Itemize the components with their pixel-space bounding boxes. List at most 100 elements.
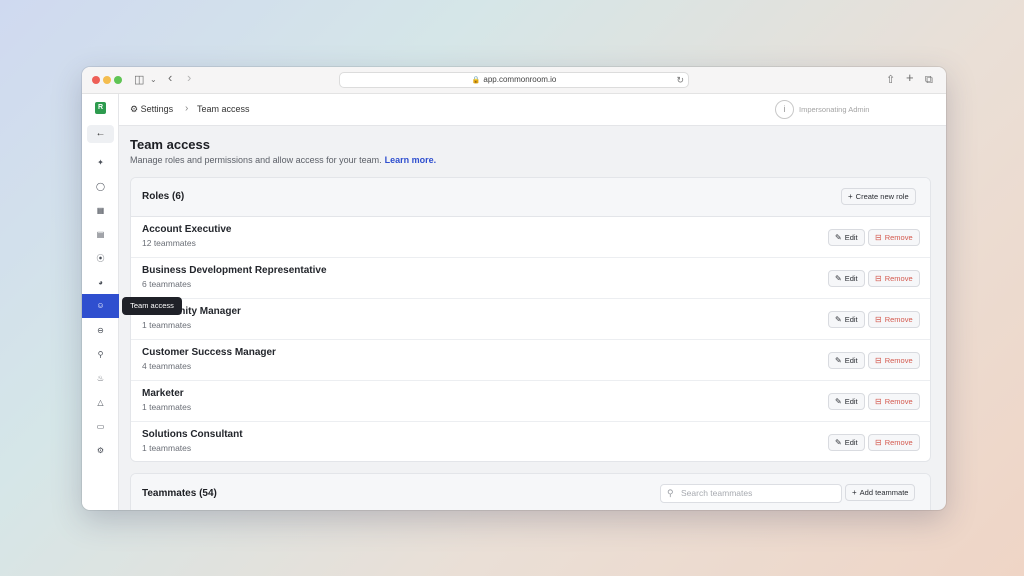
edit-role-button[interactable]: ✎ Edit	[828, 229, 865, 246]
role-teammate-count: 1 teammates	[142, 443, 192, 453]
team-access-tooltip: Team access	[122, 297, 182, 315]
remove-icon: ⊟	[875, 397, 882, 406]
minus-circle-icon[interactable]: ⊖	[82, 320, 119, 342]
plus-icon: +	[852, 488, 857, 497]
remove-icon: ⊟	[875, 315, 882, 324]
close-window-button[interactable]	[92, 76, 100, 84]
role-row[interactable]: Customer Success Manager 4 teammates ✎ Edit…	[131, 340, 930, 381]
remove-icon: ⊟	[875, 274, 882, 283]
browser-titlebar: ◫ ⌄ ‹ › 🔒 app.commonroom.io ↻ ⇧ + ⧉	[82, 67, 946, 94]
role-row[interactable]: Community Manager 1 teammates ✎ Edit ⊟ Remove	[131, 299, 930, 340]
share-nodes-icon[interactable]: ⦿	[82, 248, 119, 270]
edit-role-button[interactable]: ✎ Edit	[828, 311, 865, 328]
edit-label: Edit	[844, 438, 858, 447]
bell-icon[interactable]: △	[82, 392, 119, 414]
reload-icon[interactable]: ↻	[676, 73, 684, 87]
add-teammate-button[interactable]: + Add teammate	[845, 484, 916, 501]
edit-label: Edit	[844, 397, 858, 406]
edit-icon: ✎	[835, 233, 842, 242]
top-bar: ⚙ Settings › Team access i Impersonating…	[119, 94, 946, 126]
remove-icon: ⊟	[875, 356, 882, 365]
role-row[interactable]: Marketer 1 teammates ✎ Edit ⊟ Remove	[131, 381, 930, 422]
page-subtitle-text: Manage roles and permissions and allow a…	[130, 155, 382, 165]
remove-role-button[interactable]: ⊟ Remove	[868, 393, 920, 410]
remove-icon: ⊟	[875, 438, 882, 447]
remove-role-button[interactable]: ⊟ Remove	[868, 434, 920, 451]
create-new-role-button[interactable]: + Create new role	[841, 188, 916, 205]
role-name: Account Executive	[142, 224, 232, 235]
forward-nav-icon[interactable]: ›	[187, 71, 191, 85]
impersonating-label: Impersonating Admin	[799, 105, 870, 114]
learn-more-link[interactable]: Learn more.	[385, 155, 437, 165]
maximize-window-button[interactable]	[114, 76, 122, 84]
info-icon[interactable]: i	[775, 100, 794, 119]
breadcrumb-settings[interactable]: ⚙ Settings	[130, 104, 173, 115]
breadcrumb-settings-label: Settings	[140, 104, 174, 114]
new-tab-icon[interactable]: +	[906, 71, 914, 85]
role-row[interactable]: Account Executive 12 teammates ✎ Edit ⊟ Remov…	[131, 217, 930, 258]
teammates-header: Teammates (54) ⚲ Search teammates + Add te…	[131, 474, 930, 510]
edit-role-button[interactable]: ✎ Edit	[828, 393, 865, 410]
role-name: Marketer	[142, 388, 184, 399]
role-teammate-count: 6 teammates	[142, 279, 192, 289]
plus-icon: +	[848, 192, 853, 201]
remove-label: Remove	[884, 233, 913, 242]
search-placeholder: Search teammates	[681, 488, 753, 498]
activity-icon[interactable]: ✦	[82, 152, 119, 174]
role-row[interactable]: Solutions Consultant 1 teammates ✎ Edit ⊟ Rem…	[131, 422, 930, 461]
edit-role-button[interactable]: ✎ Edit	[828, 352, 865, 369]
search-teammates-input[interactable]: ⚲ Search teammates	[660, 484, 842, 503]
page-title: Team access	[130, 137, 210, 152]
address-bar[interactable]: 🔒 app.commonroom.io ↻	[339, 72, 689, 88]
edit-icon: ✎	[835, 438, 842, 447]
role-row[interactable]: Business Development Representative 6 tea…	[131, 258, 930, 299]
sidebar-toggle-icon[interactable]: ◫	[134, 73, 144, 87]
remove-label: Remove	[884, 356, 913, 365]
apps-icon[interactable]: ▦	[82, 200, 119, 222]
chevron-down-icon[interactable]: ⌄	[150, 73, 157, 87]
teammates-title: Teammates (54)	[142, 488, 217, 499]
edit-icon: ✎	[835, 315, 842, 324]
back-arrow-icon[interactable]: ←	[87, 125, 114, 143]
user-icon[interactable]: ☺	[82, 294, 119, 318]
monitor-icon[interactable]: ▭	[82, 416, 119, 438]
gear-icon[interactable]: ⚙	[82, 440, 119, 462]
create-new-role-label: Create new role	[855, 192, 909, 201]
back-nav-icon[interactable]: ‹	[168, 71, 172, 85]
browser-window: ◫ ⌄ ‹ › 🔒 app.commonroom.io ↻ ⇧ + ⧉ R ← ✦…	[82, 67, 946, 510]
role-name: Solutions Consultant	[142, 429, 243, 440]
globe-icon[interactable]: ◕	[82, 272, 119, 294]
remove-label: Remove	[884, 397, 913, 406]
roles-card: Roles (6) + Create new role Account Execu…	[130, 177, 931, 462]
edit-icon: ✎	[835, 397, 842, 406]
remove-role-button[interactable]: ⊟ Remove	[868, 270, 920, 287]
remove-icon: ⊟	[875, 233, 882, 242]
role-teammate-count: 1 teammates	[142, 320, 192, 330]
main-content: Team access Manage roles and permissions…	[119, 126, 946, 510]
chevron-right-icon: ›	[185, 103, 189, 114]
minimize-window-button[interactable]	[103, 76, 111, 84]
remove-role-button[interactable]: ⊟ Remove	[868, 352, 920, 369]
edit-label: Edit	[844, 274, 858, 283]
org-icon[interactable]: ♨	[82, 368, 119, 390]
tag-icon[interactable]: ◯	[82, 176, 119, 198]
add-teammate-label: Add teammate	[859, 488, 909, 497]
edit-role-button[interactable]: ✎ Edit	[828, 434, 865, 451]
remove-label: Remove	[884, 315, 913, 324]
sidebar: R ← ✦ ◯ ▦ ▤ ⦿ ◕ ☺ ⊖ ⚲ ♨ △ ▭ ⚙	[82, 94, 119, 510]
remove-role-button[interactable]: ⊟ Remove	[868, 229, 920, 246]
app-logo[interactable]: R	[95, 102, 106, 114]
edit-label: Edit	[844, 356, 858, 365]
share-icon[interactable]: ⇧	[886, 73, 895, 87]
tabs-overview-icon[interactable]: ⧉	[925, 73, 933, 87]
role-teammate-count: 1 teammates	[142, 402, 192, 412]
edit-role-button[interactable]: ✎ Edit	[828, 270, 865, 287]
key-icon[interactable]: ⚲	[82, 344, 119, 366]
remove-role-button[interactable]: ⊟ Remove	[868, 311, 920, 328]
table-icon[interactable]: ▤	[82, 224, 119, 246]
gear-icon: ⚙	[130, 104, 139, 114]
remove-label: Remove	[884, 438, 913, 447]
breadcrumb-current: Team access	[197, 104, 250, 114]
lock-icon: 🔒	[471, 77, 481, 84]
role-name: Business Development Representative	[142, 265, 327, 276]
